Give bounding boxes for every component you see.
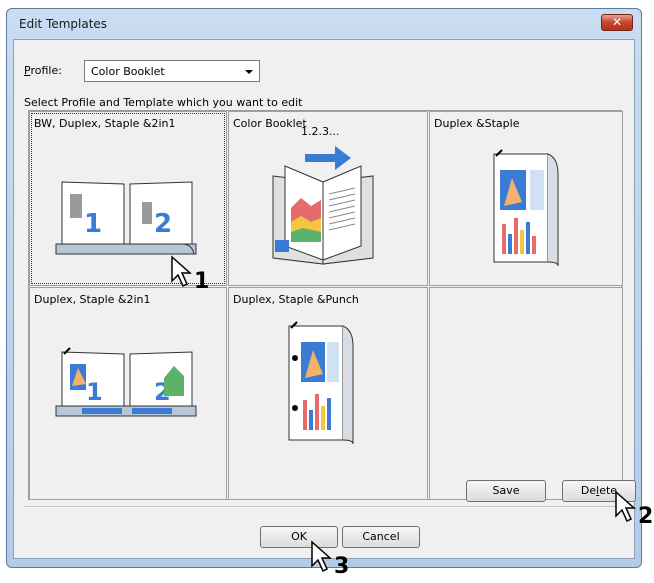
ok-button-label: OK (291, 530, 307, 543)
template-label: BW, Duplex, Staple &2in1 (34, 117, 176, 130)
close-button[interactable]: ✕ (601, 14, 633, 31)
template-label: Color Booklet (233, 117, 307, 130)
mouse-pointer-icon (311, 540, 332, 573)
callout-number: 2 (638, 504, 654, 529)
save-button[interactable]: Save (466, 480, 546, 502)
title-bar: Edit Templates ✕ (7, 9, 641, 39)
template-grid: BW, Duplex, Staple &2in1 1 2 Color Bookl… (28, 110, 623, 500)
profile-label-text: rofile: (30, 64, 62, 77)
svg-text:1: 1 (84, 209, 102, 239)
profile-dropdown[interactable]: Color Booklet (84, 60, 260, 82)
mouse-pointer-icon (171, 255, 192, 288)
callout-cursor-2: 2 (614, 490, 653, 529)
template-label: Duplex, Staple &Punch (233, 293, 359, 306)
chevron-down-icon (245, 70, 253, 74)
profile-dropdown-value: Color Booklet (91, 65, 165, 78)
template-cell-duplex-staple[interactable]: Duplex &Staple (429, 111, 623, 286)
template-cell-empty[interactable] (429, 287, 623, 500)
instruction-text: Select Profile and Template which you wa… (24, 96, 303, 109)
template-cell-color-booklet[interactable]: Color Booklet 1.2.3... (228, 111, 428, 286)
button-separator (24, 506, 624, 507)
callout-number: 1 (194, 269, 210, 294)
duplex-2in1-thumbnail: 1 2 (55, 347, 197, 417)
duplex-staple-thumbnail (493, 149, 559, 267)
duplex-punch-thumbnail (288, 321, 354, 445)
template-cell-bw-duplex-staple-2in1[interactable]: BW, Duplex, Staple &2in1 1 2 (29, 111, 227, 286)
profile-label: Profile: (24, 64, 62, 77)
dialog-body: Profile: Color Booklet Select Profile an… (13, 39, 636, 559)
mouse-pointer-icon (615, 490, 636, 523)
template-cell-duplex-staple-2in1[interactable]: Duplex, Staple &2in1 1 2 (29, 287, 227, 500)
template-label: Duplex &Staple (434, 117, 520, 130)
close-icon: ✕ (611, 15, 623, 29)
svg-text:1: 1 (86, 378, 103, 406)
template-label: Duplex, Staple &2in1 (34, 293, 151, 306)
template-cell-duplex-staple-punch[interactable]: Duplex, Staple &Punch (228, 287, 428, 500)
window-title: Edit Templates (19, 17, 108, 31)
save-button-label: Save (492, 484, 520, 497)
callout-cursor-3: 3 (310, 540, 349, 579)
callout-number: 3 (334, 554, 350, 579)
cancel-button[interactable]: Cancel (342, 526, 420, 548)
callout-cursor-1: 1 (170, 255, 209, 294)
booklet-2in1-thumbnail: 1 2 (55, 181, 197, 255)
color-booklet-thumbnail (272, 146, 374, 265)
svg-text:2: 2 (154, 209, 172, 239)
cancel-button-label: Cancel (362, 530, 400, 543)
delete-label-pre: De (580, 484, 597, 497)
edit-templates-window: Edit Templates ✕ Profile: Color Booklet … (6, 8, 642, 568)
